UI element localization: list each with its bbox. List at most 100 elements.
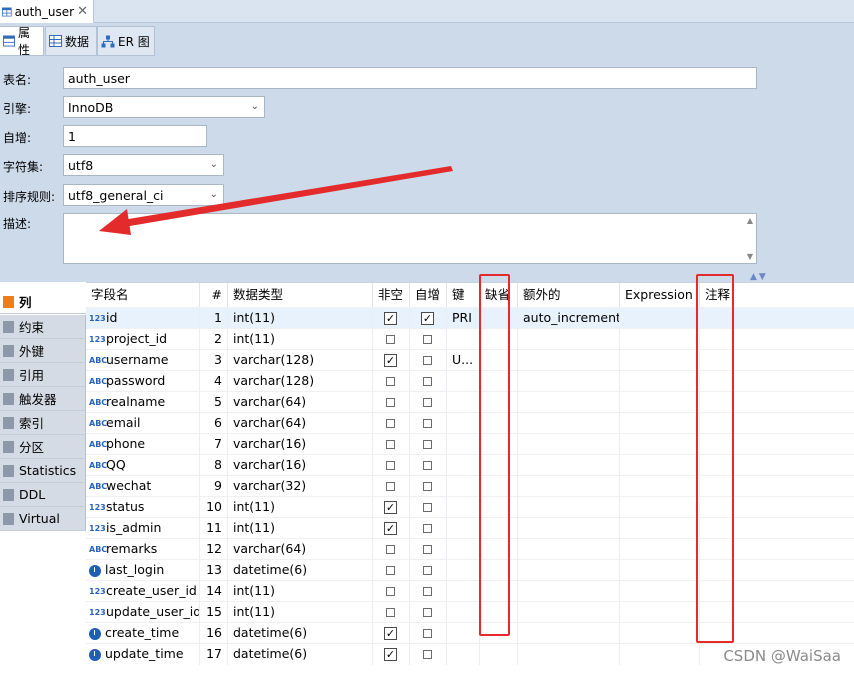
table-row[interactable]: ABCemail 6 varchar(64) [86, 412, 854, 434]
expression-cell[interactable] [620, 602, 700, 623]
comment-cell[interactable] [700, 602, 854, 623]
sidebar-item-columns[interactable]: 列 [0, 290, 86, 314]
checkbox-checked-icon[interactable]: ✓ [384, 354, 397, 367]
header-comment[interactable]: 注释 [700, 283, 854, 307]
auto-increment-cell[interactable] [410, 539, 447, 560]
key-cell[interactable] [447, 539, 480, 560]
field-name-cell[interactable]: ABCemail [86, 413, 200, 434]
auto-increment-cell[interactable] [410, 329, 447, 350]
checkbox-unchecked-icon[interactable] [423, 650, 432, 659]
key-cell[interactable] [447, 602, 480, 623]
sidebar-item-references[interactable]: 引用 [0, 363, 86, 387]
default-cell[interactable] [480, 476, 518, 497]
default-cell[interactable] [480, 644, 518, 665]
data-type-cell[interactable]: int(11) [228, 602, 373, 623]
extra-cell[interactable] [518, 602, 620, 623]
extra-cell[interactable] [518, 392, 620, 413]
default-cell[interactable] [480, 392, 518, 413]
default-cell[interactable] [480, 371, 518, 392]
field-name-cell[interactable]: 123update_user_id [86, 602, 200, 623]
checkbox-unchecked-icon[interactable] [386, 608, 395, 617]
sidebar-item-ddl[interactable]: DDL [0, 483, 86, 507]
not-null-cell[interactable] [373, 329, 410, 350]
table-row[interactable]: 123is_admin 11 int(11) ✓ [86, 517, 854, 539]
checkbox-checked-icon[interactable]: ✓ [384, 648, 397, 661]
comment-cell[interactable] [700, 476, 854, 497]
position-cell[interactable]: 4 [200, 371, 228, 392]
default-cell[interactable] [480, 413, 518, 434]
not-null-cell[interactable] [373, 476, 410, 497]
sidebar-item-indexes[interactable]: 索引 [0, 411, 86, 435]
table-name-input[interactable]: auth_user [63, 67, 757, 89]
checkbox-checked-icon[interactable]: ✓ [384, 522, 397, 535]
close-icon[interactable]: ✕ [77, 4, 88, 19]
checkbox-unchecked-icon[interactable] [423, 566, 432, 575]
default-cell[interactable] [480, 329, 518, 350]
data-type-cell[interactable]: varchar(16) [228, 455, 373, 476]
expression-cell[interactable] [620, 350, 700, 371]
extra-cell[interactable] [518, 476, 620, 497]
position-cell[interactable]: 10 [200, 497, 228, 518]
description-textarea[interactable]: ▲ ▼ [63, 213, 757, 264]
not-null-cell[interactable]: ✓ [373, 623, 410, 644]
default-cell[interactable] [480, 602, 518, 623]
position-cell[interactable]: 14 [200, 581, 228, 602]
checkbox-unchecked-icon[interactable] [386, 545, 395, 554]
data-type-cell[interactable]: int(11) [228, 329, 373, 350]
checkbox-unchecked-icon[interactable] [423, 440, 432, 449]
header-field-name[interactable]: 字段名 [86, 283, 200, 307]
field-name-cell[interactable]: 123is_admin [86, 518, 200, 539]
checkbox-unchecked-icon[interactable] [423, 524, 432, 533]
checkbox-unchecked-icon[interactable] [423, 419, 432, 428]
default-cell[interactable] [480, 623, 518, 644]
expression-cell[interactable] [620, 455, 700, 476]
expression-cell[interactable] [620, 329, 700, 350]
comment-cell[interactable] [700, 371, 854, 392]
extra-cell[interactable] [518, 413, 620, 434]
auto-increment-cell[interactable] [410, 602, 447, 623]
field-name-cell[interactable]: ABCphone [86, 434, 200, 455]
header-expression[interactable]: Expression [620, 283, 700, 307]
expression-cell[interactable] [620, 392, 700, 413]
checkbox-unchecked-icon[interactable] [423, 461, 432, 470]
header-key[interactable]: 键 [447, 283, 480, 307]
checkbox-unchecked-icon[interactable] [386, 440, 395, 449]
position-cell[interactable]: 2 [200, 329, 228, 350]
data-type-cell[interactable]: datetime(6) [228, 644, 373, 665]
not-null-cell[interactable]: ✓ [373, 518, 410, 539]
checkbox-checked-icon[interactable]: ✓ [384, 312, 397, 325]
key-cell[interactable] [447, 371, 480, 392]
tab-data[interactable]: 数据 [45, 26, 97, 56]
comment-cell[interactable] [700, 329, 854, 350]
key-cell[interactable] [447, 497, 480, 518]
extra-cell[interactable] [518, 518, 620, 539]
checkbox-unchecked-icon[interactable] [386, 587, 395, 596]
auto-increment-cell[interactable] [410, 371, 447, 392]
position-cell[interactable]: 9 [200, 476, 228, 497]
not-null-cell[interactable]: ✓ [373, 497, 410, 518]
not-null-cell[interactable] [373, 539, 410, 560]
default-cell[interactable] [480, 350, 518, 371]
checkbox-unchecked-icon[interactable] [386, 377, 395, 386]
checkbox-unchecked-icon[interactable] [386, 419, 395, 428]
default-cell[interactable] [480, 560, 518, 581]
checkbox-checked-icon[interactable]: ✓ [384, 501, 397, 514]
not-null-cell[interactable] [373, 455, 410, 476]
checkbox-unchecked-icon[interactable] [423, 398, 432, 407]
sidebar-item-foreign-keys[interactable]: 外键 [0, 339, 86, 363]
field-name-cell[interactable]: ABCrealname [86, 392, 200, 413]
default-cell[interactable] [480, 455, 518, 476]
checkbox-unchecked-icon[interactable] [423, 356, 432, 365]
key-cell[interactable]: PRI [447, 308, 480, 329]
key-cell[interactable] [447, 581, 480, 602]
checkbox-unchecked-icon[interactable] [386, 482, 395, 491]
table-row[interactable]: create_time 16 datetime(6) ✓ [86, 622, 854, 644]
data-type-cell[interactable]: int(11) [228, 497, 373, 518]
field-name-cell[interactable]: ABCwechat [86, 476, 200, 497]
not-null-cell[interactable]: ✓ [373, 350, 410, 371]
tab-properties[interactable]: 属性 [0, 26, 44, 57]
expression-cell[interactable] [620, 623, 700, 644]
header-extra[interactable]: 额外的 [518, 283, 620, 307]
checkbox-unchecked-icon[interactable] [386, 566, 395, 575]
key-cell[interactable] [447, 329, 480, 350]
